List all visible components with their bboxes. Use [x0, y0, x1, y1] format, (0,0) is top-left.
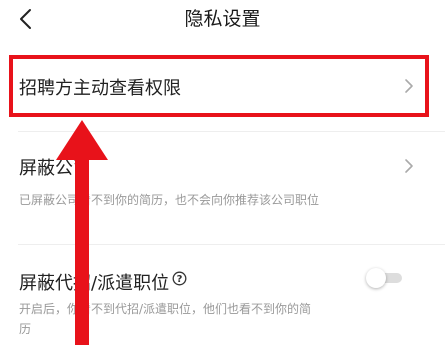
block-companies-label: 屏蔽公司 — [19, 158, 91, 179]
block-companies-description: 已屏蔽公司看不到你的简历，也不会向你推荐该公司职位 — [19, 193, 320, 207]
block-agency-jobs-description: 开启后，你看不到代招/派遣职位，他们也看不到你的简历 — [19, 302, 312, 336]
recruiter-access-label: 招聘方主动查看权限 — [19, 78, 181, 99]
privacy-settings-page: 隐私设置 招聘方主动查看权限 屏蔽公司 已屏蔽公司看不到你的简历，也不会向你推荐… — [0, 0, 445, 345]
toggle-knob — [366, 268, 386, 288]
block-agency-jobs-label: 屏蔽代招/派遣职位 — [19, 273, 170, 294]
page-title: 隐私设置 — [184, 8, 261, 30]
block-companies-row[interactable]: 屏蔽公司 已屏蔽公司看不到你的简历，也不会向你推荐该公司职位 — [0, 136, 445, 236]
svg-text:?: ? — [177, 274, 183, 285]
chevron-right-icon — [405, 79, 413, 93]
block-agency-jobs-row: 屏蔽代招/派遣职位 开启后，你看不到代招/派遣职位，他们也看不到你的简历 — [0, 248, 445, 345]
chevron-right-icon — [405, 159, 413, 173]
divider — [18, 244, 445, 245]
divider — [18, 131, 445, 132]
nav-bar: 隐私设置 — [0, 0, 445, 40]
block-agency-jobs-toggle[interactable] — [366, 268, 402, 288]
question-circle-icon[interactable]: ? — [172, 271, 187, 286]
recruiter-access-row[interactable]: 招聘方主动查看权限 — [0, 55, 445, 117]
